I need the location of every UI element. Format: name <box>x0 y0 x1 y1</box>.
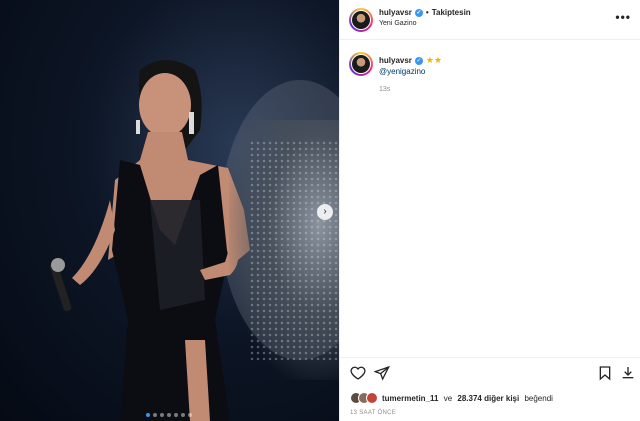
follow-status-button[interactable]: Takiptesin <box>432 8 471 17</box>
carousel-dot <box>181 413 185 417</box>
carousel-dot <box>160 413 164 417</box>
location-link[interactable]: Yeni Gazino <box>379 20 417 27</box>
carousel-dot <box>153 413 157 417</box>
chevron-right-icon: › <box>323 206 327 217</box>
post-header: hulyavsr ✓ • Takiptesin Yeni Gazino ••• <box>340 0 640 40</box>
likes-count-link[interactable]: 28.374 diğer kişi <box>457 394 519 403</box>
download-icon[interactable] <box>620 365 636 381</box>
post-media[interactable]: › <box>0 0 339 421</box>
share-icon[interactable] <box>374 365 390 381</box>
bookmark-icon[interactable] <box>597 365 613 381</box>
heart-icon[interactable] <box>350 365 366 381</box>
stage-sparkle <box>249 140 339 360</box>
caption-line: hulyavsr ✓ ★★ <box>379 55 442 66</box>
carousel-next-button[interactable]: › <box>317 204 333 220</box>
separator: • <box>425 8 429 17</box>
likes-connector: ve <box>443 393 453 403</box>
carousel-dot <box>167 413 171 417</box>
avatar <box>366 392 378 404</box>
verified-icon: ✓ <box>414 8 423 17</box>
mention-link[interactable]: @yenigazino <box>379 67 425 76</box>
more-horizontal-icon[interactable]: ••• <box>615 10 631 24</box>
post-side-panel: hulyavsr ✓ • Takiptesin Yeni Gazino ••• … <box>339 0 640 421</box>
carousel-indicator <box>146 413 192 417</box>
carousel-dot <box>174 413 178 417</box>
username-link[interactable]: hulyavsr <box>379 8 412 17</box>
liker-username[interactable]: tumermetin_11 <box>382 394 438 403</box>
carousel-dot <box>146 413 150 417</box>
avatar[interactable] <box>349 8 373 32</box>
likes-summary: tumermetin_11 ve 28.374 diğer kişi beğen… <box>350 392 556 404</box>
header-user-line: hulyavsr ✓ • Takiptesin <box>379 8 471 17</box>
post-timestamp: 13 SAAT ÖNCE <box>350 410 397 416</box>
likes-suffix: beğendi <box>524 393 553 403</box>
carousel-dot <box>188 413 192 417</box>
likes-text: tumermetin_11 ve 28.374 diğer kişi beğen… <box>382 394 556 403</box>
star-emoji: ★★ <box>425 55 443 65</box>
caption-username[interactable]: hulyavsr <box>379 56 412 65</box>
comment-time: 13s <box>379 86 391 93</box>
avatar[interactable] <box>349 52 373 76</box>
post-actions: tumermetin_11 ve 28.374 diğer kişi beğen… <box>340 357 640 421</box>
verified-icon: ✓ <box>414 56 423 65</box>
